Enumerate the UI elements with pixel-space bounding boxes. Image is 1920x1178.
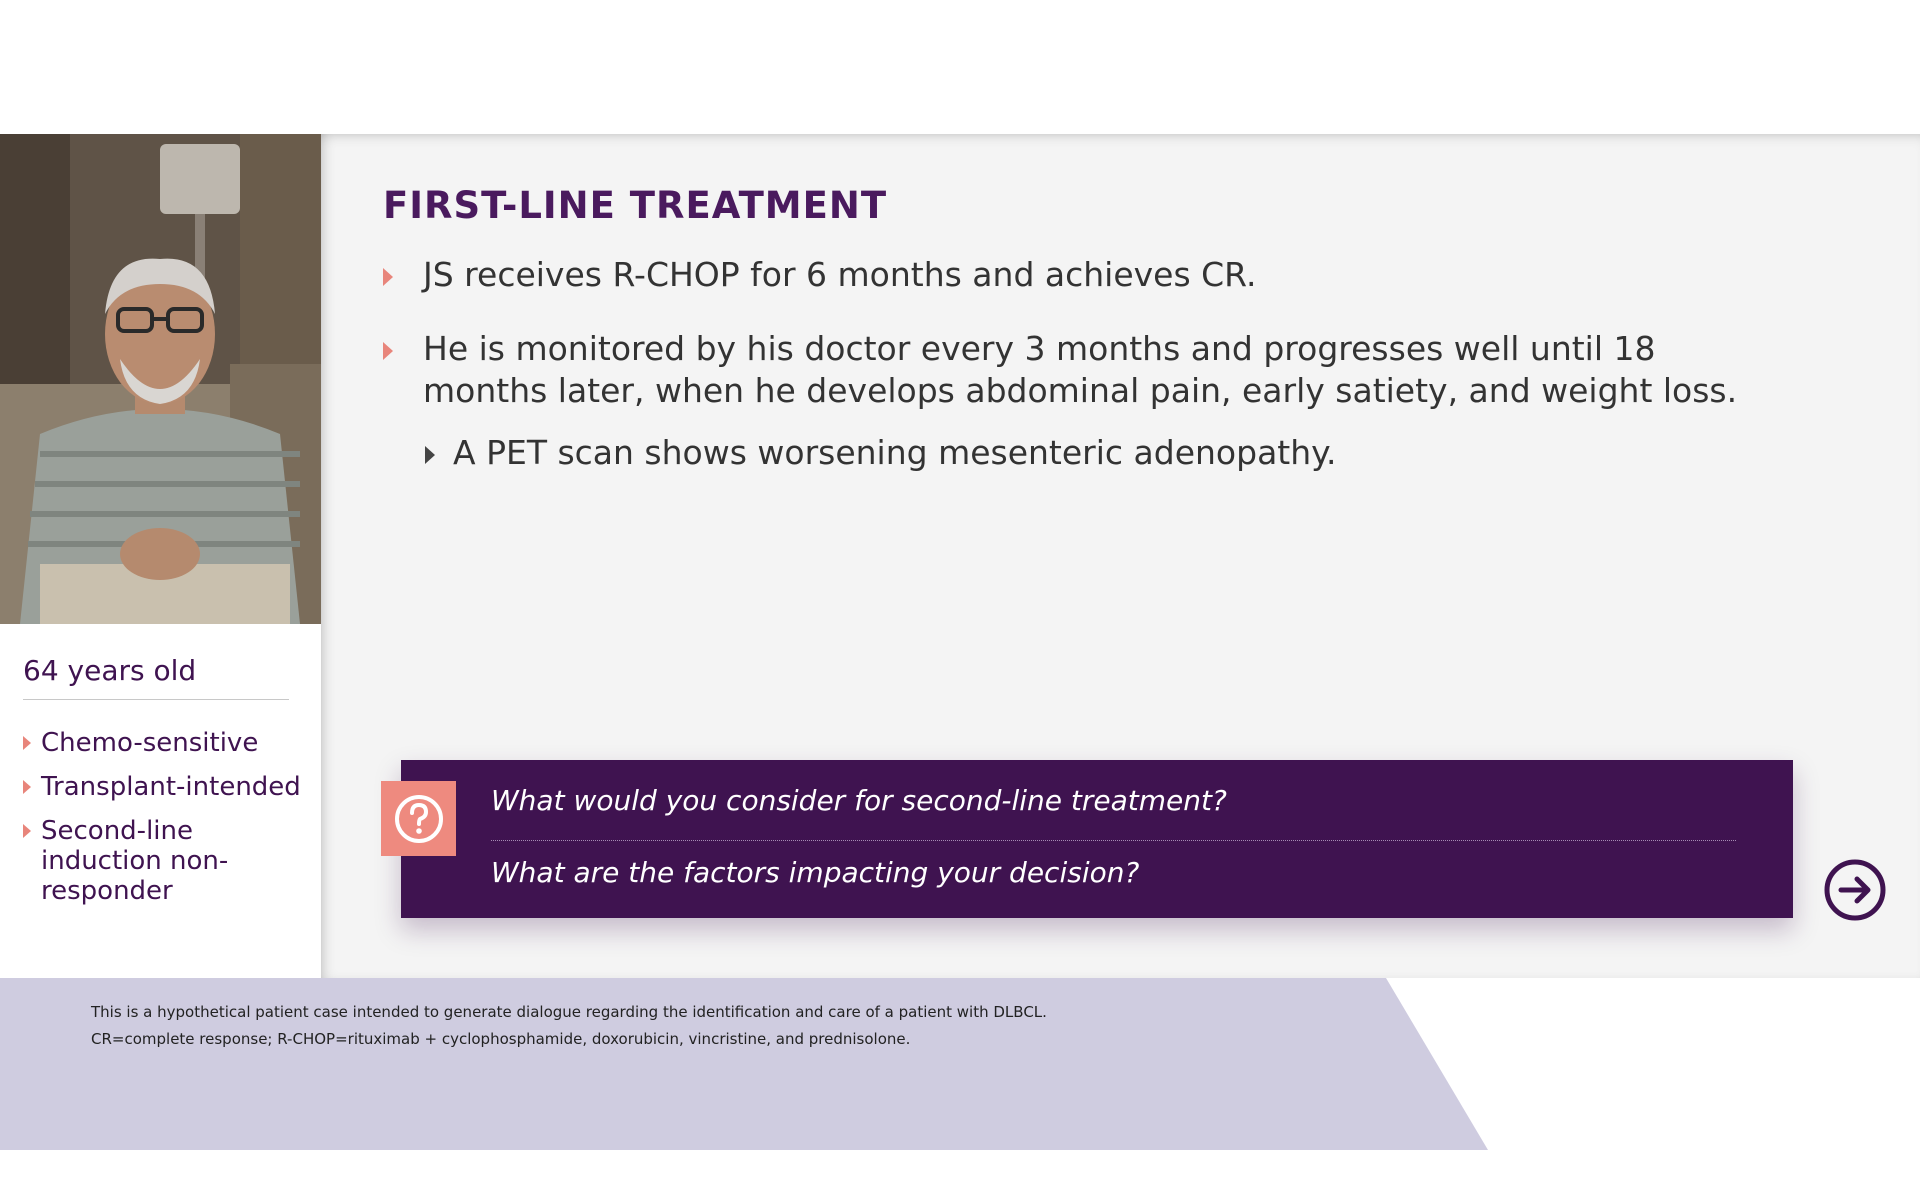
bullet-triangle-icon <box>23 824 31 838</box>
bullet-triangle-icon <box>23 736 31 750</box>
bullet-text: He is monitored by his doctor every 3 mo… <box>423 329 1738 410</box>
bullet-item: JS receives R-CHOP for 6 months and achi… <box>383 254 1763 296</box>
patient-attribute-second-line: Second-line induction non-responder <box>23 816 241 906</box>
patient-attribute-transplant-intended: Transplant-intended <box>23 772 303 802</box>
footnote-abbreviations: CR=complete response; R-CHOP=rituximab +… <box>91 1030 911 1048</box>
attribute-label: Second-line induction non-responder <box>41 816 229 906</box>
patient-panel: 64 years old Chemo-sensitive Transplant-… <box>0 134 321 978</box>
attribute-label: Chemo-sensitive <box>41 728 259 758</box>
sub-bullet-text: A PET scan shows worsening mesenteric ad… <box>453 433 1337 472</box>
question-mark-icon <box>381 781 456 856</box>
next-slide-button[interactable] <box>1823 858 1887 922</box>
slide: 64 years old Chemo-sensitive Transplant-… <box>0 0 1920 1178</box>
discussion-question-1: What would you consider for second-line … <box>491 784 1227 817</box>
arrow-right-circle-icon <box>1824 859 1886 921</box>
footnote-disclaimer: This is a hypothetical patient case inte… <box>91 1003 1047 1021</box>
bullet-text: JS receives R-CHOP for 6 months and achi… <box>423 255 1257 294</box>
patient-age: 64 years old <box>23 654 289 700</box>
patient-attributes: Chemo-sensitive Transplant-intended Seco… <box>23 728 303 920</box>
bullet-item: He is monitored by his doctor every 3 mo… <box>383 328 1763 412</box>
question-divider <box>491 840 1736 841</box>
bullet-triangle-icon <box>383 342 393 360</box>
discussion-question-box: What would you consider for second-line … <box>401 760 1793 918</box>
sub-bullet-triangle-icon <box>425 446 435 464</box>
sub-bullet-item: A PET scan shows worsening mesenteric ad… <box>425 432 1753 474</box>
discussion-question-2: What are the factors impacting your deci… <box>491 856 1140 889</box>
bullet-triangle-icon <box>23 780 31 794</box>
patient-photo <box>0 134 321 624</box>
section-title: FIRST-LINE TREATMENT <box>383 184 888 227</box>
patient-attribute-chemo-sensitive: Chemo-sensitive <box>23 728 303 758</box>
bullet-triangle-icon <box>383 268 393 286</box>
attribute-label: Transplant-intended <box>41 772 301 802</box>
